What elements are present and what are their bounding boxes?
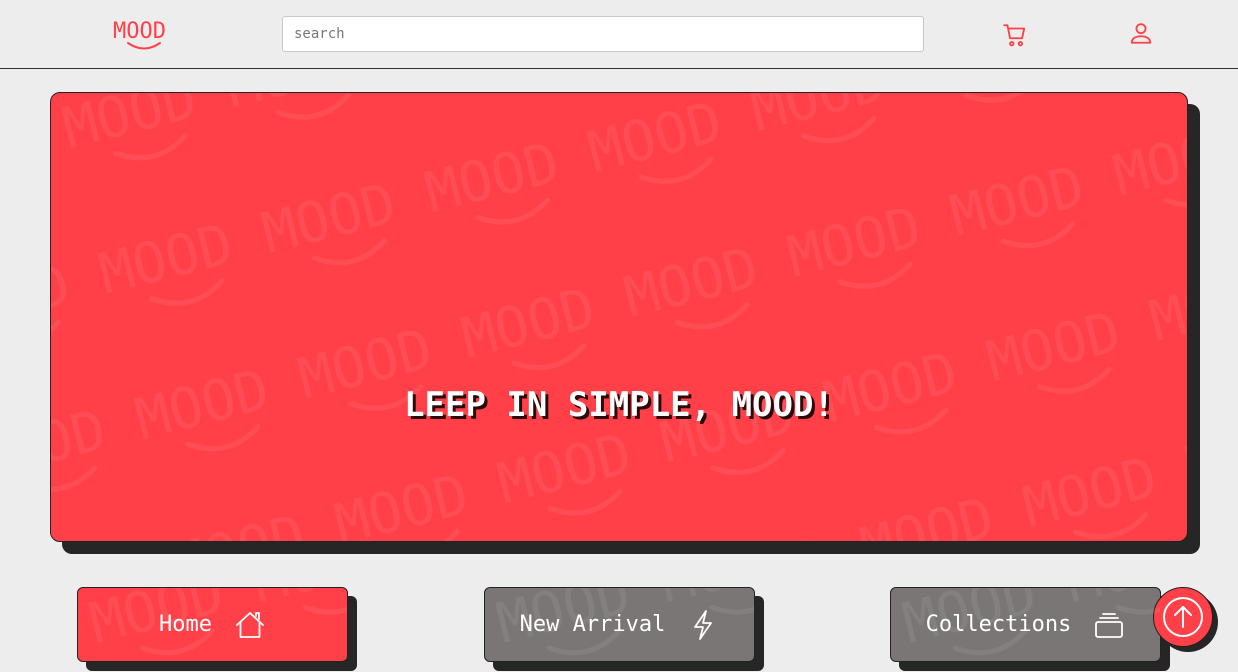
mood-logo[interactable]: MOOD: [112, 14, 176, 54]
nav-home-label: Home: [159, 612, 212, 637]
mood-pattern-background: MOOD: [51, 93, 1187, 541]
nav-home-button[interactable]: Home: [77, 587, 348, 662]
nav-new-arrival-label: New Arrival: [519, 612, 666, 637]
nav-new-arrival-button[interactable]: New Arrival: [484, 587, 755, 662]
nav-pattern: [78, 588, 347, 661]
nav-new-arrival-wrapper: New Arrival: [484, 587, 764, 671]
nav-collections-label: Collections: [925, 612, 1072, 637]
header: MOOD: [0, 0, 1238, 69]
arrow-up-circle-icon: [1163, 597, 1203, 637]
home-icon: [236, 611, 264, 638]
scroll-top-button[interactable]: [1153, 587, 1213, 647]
cart-icon[interactable]: [1002, 22, 1028, 48]
nav-collections-button[interactable]: Collections: [890, 587, 1161, 662]
nav-home-wrapper: Home: [77, 587, 357, 671]
collections-icon: [1095, 612, 1124, 638]
search-input[interactable]: [282, 16, 924, 52]
lightning-icon: [694, 609, 713, 640]
hero-title: LEEP IN SIMPLE, MOOD!: [404, 385, 834, 425]
nav-collections-wrapper: Collections: [890, 587, 1170, 671]
hero-banner: MOOD LEEP IN SIMPLE, MOOD!: [50, 92, 1188, 542]
user-icon[interactable]: [1128, 20, 1154, 46]
svg-text:MOOD: MOOD: [113, 19, 166, 44]
